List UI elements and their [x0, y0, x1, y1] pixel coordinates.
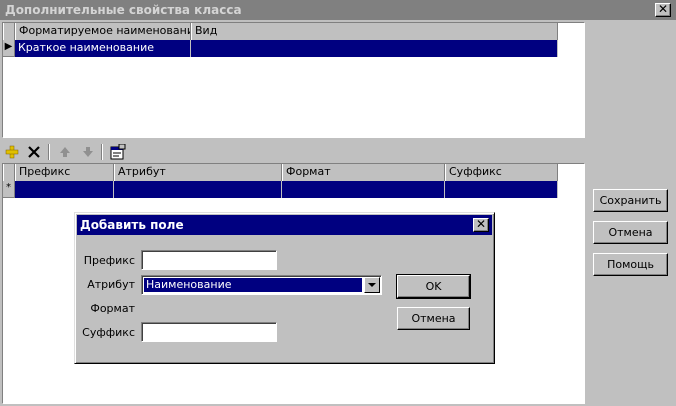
column-header-suffix[interactable]: Суффикс: [445, 164, 558, 181]
format-label: Формат: [90, 302, 135, 315]
column-header-format[interactable]: Формат: [282, 164, 445, 181]
row-indicator: ▶: [3, 40, 15, 57]
format-names-grid[interactable]: Форматируемое наименование Вид ▶ Краткое…: [2, 22, 585, 138]
delete-icon: [28, 146, 40, 158]
column-header-formatted-name[interactable]: Форматируемое наименование: [15, 23, 191, 40]
cell-view[interactable]: [191, 40, 558, 57]
add-icon: [5, 145, 19, 159]
fields-grid-header: Префикс Атрибут Формат Суффикс: [3, 164, 558, 181]
dialog-title-bar: Добавить поле: [77, 215, 492, 235]
prefix-label: Префикс: [83, 254, 135, 267]
window-close-button[interactable]: ✕: [655, 3, 671, 17]
cell-suffix[interactable]: [445, 181, 558, 198]
properties-icon: [110, 144, 126, 160]
dropdown-button[interactable]: [364, 277, 380, 293]
suffix-input[interactable]: [141, 322, 277, 342]
ok-button[interactable]: OK: [396, 274, 471, 299]
save-button[interactable]: Сохранить: [593, 189, 668, 212]
grid-corner: [3, 23, 15, 40]
toolbar-separator: [101, 144, 103, 160]
delete-field-button[interactable]: [24, 143, 44, 161]
cell-attribute[interactable]: [114, 181, 282, 198]
cell-formatted-name[interactable]: Краткое наименование: [15, 40, 191, 57]
toolbar-separator: [48, 144, 50, 160]
chevron-down-icon: [368, 282, 376, 287]
format-names-grid-header: Форматируемое наименование Вид: [3, 23, 558, 40]
close-icon: ✕: [657, 2, 669, 16]
column-header-view[interactable]: Вид: [191, 23, 558, 40]
current-row-icon: ▶: [4, 41, 13, 52]
dialog-title: Добавить поле: [80, 218, 184, 232]
cell-prefix[interactable]: [15, 181, 114, 198]
move-down-button[interactable]: [78, 143, 98, 161]
window-title-bar: Дополнительные свойства класса: [0, 0, 676, 20]
new-row-icon: *: [6, 182, 11, 193]
dialog-cancel-button[interactable]: Отмена: [397, 307, 470, 330]
table-row[interactable]: Краткое наименование: [15, 40, 558, 57]
add-field-dialog: Добавить поле ✕ Префикс Атрибут Наименов…: [74, 212, 495, 364]
column-header-attribute[interactable]: Атрибут: [114, 164, 282, 181]
suffix-label: Суффикс: [82, 326, 135, 339]
attribute-select[interactable]: Наименование: [141, 275, 382, 295]
properties-button[interactable]: [108, 143, 128, 161]
help-button[interactable]: Помощь: [593, 253, 668, 276]
attribute-label: Атрибут: [87, 278, 135, 291]
close-icon: ✕: [475, 217, 487, 231]
column-header-prefix[interactable]: Префикс: [15, 164, 114, 181]
move-down-icon: [83, 147, 93, 157]
table-row[interactable]: [15, 181, 558, 198]
prefix-input[interactable]: [141, 250, 277, 270]
add-field-button[interactable]: [2, 143, 22, 161]
cancel-button[interactable]: Отмена: [593, 221, 668, 244]
move-up-button[interactable]: [55, 143, 75, 161]
dialog-close-button[interactable]: ✕: [473, 218, 489, 232]
attribute-select-value: Наименование: [143, 277, 363, 293]
row-indicator: *: [3, 181, 15, 198]
window-title: Дополнительные свойства класса: [5, 3, 242, 17]
move-up-icon: [60, 147, 70, 157]
cell-format[interactable]: [282, 181, 445, 198]
grid-corner: [3, 164, 15, 181]
